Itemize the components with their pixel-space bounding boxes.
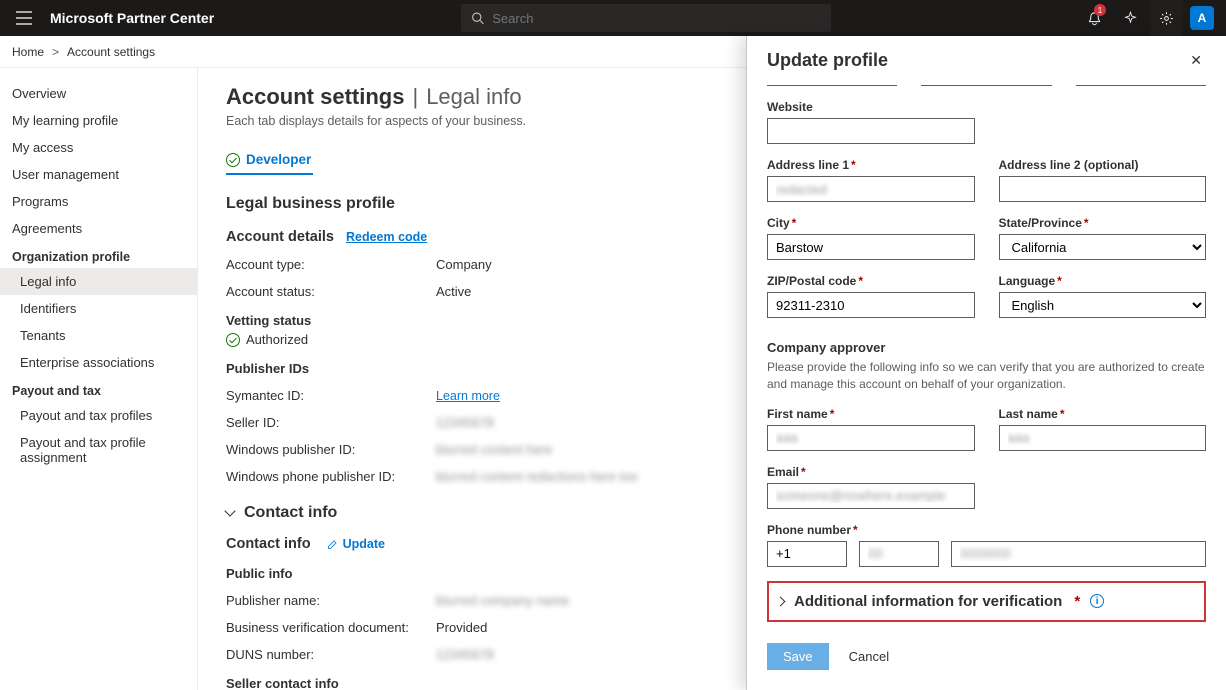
email-input[interactable] — [767, 483, 975, 509]
website-input[interactable] — [767, 118, 975, 144]
nav-group-org: Organization profile — [0, 242, 197, 268]
bver-label: Business verification document: — [226, 620, 436, 635]
sparkle-icon[interactable] — [1114, 0, 1146, 36]
brand-title: Microsoft Partner Center — [48, 10, 214, 26]
nav-enterprise[interactable]: Enterprise associations — [0, 349, 197, 376]
close-icon[interactable]: ✕ — [1186, 48, 1206, 73]
zip-label: ZIP/Postal code* — [767, 274, 975, 288]
update-profile-panel: Update profile ✕ Website Address line 1*… — [746, 36, 1226, 690]
duns-value: 12345678 — [436, 647, 494, 662]
win-phone-label: Windows phone publisher ID: — [226, 469, 436, 484]
redeem-code-link[interactable]: Redeem code — [346, 230, 427, 244]
avatar[interactable]: A — [1186, 0, 1218, 36]
city-input[interactable] — [767, 234, 975, 260]
email-label: Email* — [767, 465, 975, 479]
lang-label: Language* — [999, 274, 1207, 288]
breadcrumb-current: Account settings — [67, 45, 155, 59]
first-name-label: First name* — [767, 407, 975, 421]
duns-label: DUNS number: — [226, 647, 436, 662]
zip-input[interactable] — [767, 292, 975, 318]
symantec-label: Symantec ID: — [226, 388, 436, 403]
account-status-value: Active — [436, 284, 471, 299]
state-label: State/Province* — [999, 216, 1207, 230]
seller-id-value: 12345678 — [436, 415, 494, 430]
publisher-name-value: blurred company name — [436, 593, 569, 608]
approver-heading: Company approver — [767, 340, 1206, 355]
state-select[interactable]: California — [999, 234, 1207, 260]
check-icon — [226, 153, 240, 167]
search-box[interactable] — [461, 4, 831, 32]
nav-overview[interactable]: Overview — [0, 80, 197, 107]
bver-value: Provided — [436, 620, 487, 635]
chevron-right-icon: > — [52, 45, 59, 59]
notification-badge: 1 — [1094, 4, 1106, 16]
vetting-value: Authorized — [246, 332, 308, 347]
notifications-icon[interactable]: 1 — [1078, 0, 1110, 36]
nav-group-payout: Payout and tax — [0, 376, 197, 402]
save-button[interactable]: Save — [767, 643, 829, 670]
nav-user-mgmt[interactable]: User management — [0, 161, 197, 188]
nav-payout-profiles[interactable]: Payout and tax profiles — [0, 402, 197, 429]
chevron-down-icon — [224, 505, 235, 516]
win-pub-label: Windows publisher ID: — [226, 442, 436, 457]
additional-info-accordion[interactable]: Additional information for verification … — [767, 581, 1206, 622]
pencil-icon — [327, 538, 339, 550]
contact-info-heading: Contact info — [226, 536, 311, 552]
account-status-label: Account status: — [226, 284, 436, 299]
nav-programs[interactable]: Programs — [0, 188, 197, 215]
website-label: Website — [767, 100, 975, 114]
win-pub-value: blurred content here — [436, 442, 552, 457]
phone-label: Phone number* — [767, 523, 1206, 537]
phone-area-input[interactable] — [859, 541, 939, 567]
win-phone-value: blurred content redactions here too — [436, 469, 638, 484]
addr2-input[interactable] — [999, 176, 1207, 202]
top-bar: Microsoft Partner Center 1 A — [0, 0, 1226, 36]
gear-icon[interactable] — [1150, 0, 1182, 36]
seller-id-label: Seller ID: — [226, 415, 436, 430]
check-icon — [226, 333, 240, 347]
nav-identifiers[interactable]: Identifiers — [0, 295, 197, 322]
hamburger-icon[interactable] — [8, 11, 40, 25]
last-name-label: Last name* — [999, 407, 1207, 421]
last-name-input[interactable] — [999, 425, 1207, 451]
lang-select[interactable]: English — [999, 292, 1207, 318]
first-name-input[interactable] — [767, 425, 975, 451]
info-icon: i — [1090, 594, 1104, 608]
nav-legal-info[interactable]: Legal info — [0, 268, 197, 295]
breadcrumb-home[interactable]: Home — [12, 45, 44, 59]
approver-hint: Please provide the following info so we … — [767, 359, 1206, 393]
learn-more-link[interactable]: Learn more — [436, 389, 500, 403]
chevron-right-icon — [776, 596, 786, 606]
cancel-button[interactable]: Cancel — [849, 649, 889, 664]
city-label: City* — [767, 216, 975, 230]
update-link[interactable]: Update — [327, 537, 385, 551]
account-type-value: Company — [436, 257, 492, 272]
nav-tenants[interactable]: Tenants — [0, 322, 197, 349]
nav-my-access[interactable]: My access — [0, 134, 197, 161]
account-type-label: Account type: — [226, 257, 436, 272]
phone-country-input[interactable] — [767, 541, 847, 567]
nav-agreements[interactable]: Agreements — [0, 215, 197, 242]
addr2-label: Address line 2 (optional) — [999, 158, 1207, 172]
nav-my-learning[interactable]: My learning profile — [0, 107, 197, 134]
tab-developer[interactable]: Developer — [226, 146, 313, 175]
addr1-input[interactable] — [767, 176, 975, 202]
search-input[interactable] — [492, 11, 821, 26]
phone-number-input[interactable] — [951, 541, 1206, 567]
nav-payout-assign[interactable]: Payout and tax profile assignment — [0, 429, 197, 471]
panel-title: Update profile — [767, 50, 888, 71]
left-nav: Overview My learning profile My access U… — [0, 68, 198, 690]
addr1-label: Address line 1* — [767, 158, 975, 172]
publisher-name-label: Publisher name: — [226, 593, 436, 608]
search-icon — [471, 11, 484, 25]
